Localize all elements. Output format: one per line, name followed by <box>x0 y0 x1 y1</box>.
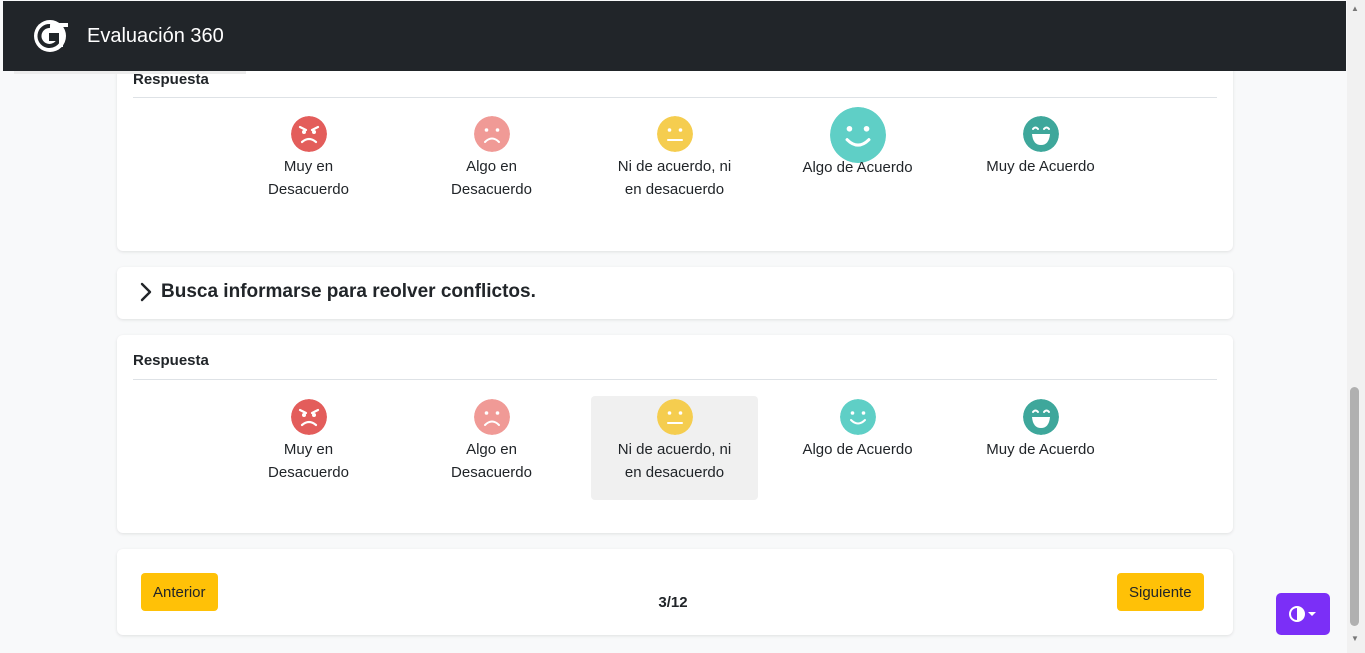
option-label: Ni de acuerdo, ni en desacuerdo <box>617 441 732 481</box>
neutral-face-icon <box>656 116 693 152</box>
option-label: Muy en Desacuerdo <box>268 158 349 198</box>
option-algo-de-acuerdo[interactable]: Algo de Acuerdo <box>774 396 941 461</box>
response-label: Respuesta <box>133 352 209 369</box>
next-button[interactable]: Siguiente <box>1117 573 1204 611</box>
option-label: Algo de Acuerdo <box>802 159 913 176</box>
scroll-down-arrow-icon[interactable]: ▼ <box>1350 634 1360 643</box>
option-muy-en-desacuerdo[interactable]: Muy en Desacuerdo <box>225 396 392 484</box>
scroll-up-arrow-icon[interactable]: ▲ <box>1350 4 1360 13</box>
smile-face-icon <box>839 399 876 435</box>
option-label: Algo en Desacuerdo <box>451 158 532 198</box>
sad-face-icon <box>473 399 510 435</box>
option-algo-en-desacuerdo[interactable]: Algo en Desacuerdo <box>408 116 575 201</box>
option-label: Ni de acuerdo, ni en desacuerdo <box>617 158 732 198</box>
option-label: Muy en Desacuerdo <box>268 441 349 481</box>
gt-logo-icon[interactable] <box>32 16 72 56</box>
option-muy-de-acuerdo[interactable]: Muy de Acuerdo <box>957 396 1124 461</box>
app-title: Evaluación 360 <box>87 24 224 47</box>
scrollbar-thumb[interactable] <box>1350 387 1359 626</box>
option-algo-en-desacuerdo[interactable]: Algo en Desacuerdo <box>408 396 575 484</box>
response-card-1: Respuesta Muy en Desacuerdo Algo en Desa… <box>117 40 1233 251</box>
grin-face-icon <box>1022 116 1059 152</box>
option-muy-de-acuerdo[interactable]: Muy de Acuerdo <box>957 116 1124 178</box>
top-navbar: Evaluación 360 <box>3 1 1346 71</box>
option-label: Muy de Acuerdo <box>986 441 1095 458</box>
navigation-card: Anterior 3/12 Siguiente <box>117 549 1233 635</box>
grin-face-icon <box>1022 399 1059 435</box>
option-algo-de-acuerdo[interactable]: Algo de Acuerdo <box>774 107 941 179</box>
question-card[interactable]: Busca informarse para reolver conflictos… <box>117 267 1233 319</box>
response-card-2: Respuesta Muy en Desacuerdo Algo en Desa… <box>117 335 1233 533</box>
divider <box>133 97 1217 98</box>
contrast-icon <box>1289 606 1316 622</box>
sad-face-icon <box>473 116 510 152</box>
theme-toggle-button[interactable] <box>1276 593 1330 635</box>
smile-face-icon <box>829 107 886 163</box>
option-muy-en-desacuerdo[interactable]: Muy en Desacuerdo <box>225 116 392 201</box>
question-header[interactable]: Busca informarse para reolver conflictos… <box>139 281 536 303</box>
option-label: Muy de Acuerdo <box>986 158 1095 175</box>
option-neutral[interactable]: Ni de acuerdo, ni en desacuerdo <box>591 116 758 201</box>
option-label: Algo en Desacuerdo <box>451 441 532 481</box>
angry-face-icon <box>290 399 327 435</box>
neutral-face-icon <box>656 399 693 435</box>
page-indicator: 3/12 <box>658 594 688 611</box>
angry-face-icon <box>290 116 327 152</box>
divider <box>133 379 1217 380</box>
option-neutral-selected[interactable]: Ni de acuerdo, ni en desacuerdo <box>591 396 758 500</box>
previous-button[interactable]: Anterior <box>141 573 218 611</box>
option-label: Algo de Acuerdo <box>802 441 913 458</box>
chevron-right-icon <box>140 282 152 302</box>
question-text: Busca informarse para reolver conflictos… <box>161 281 536 302</box>
